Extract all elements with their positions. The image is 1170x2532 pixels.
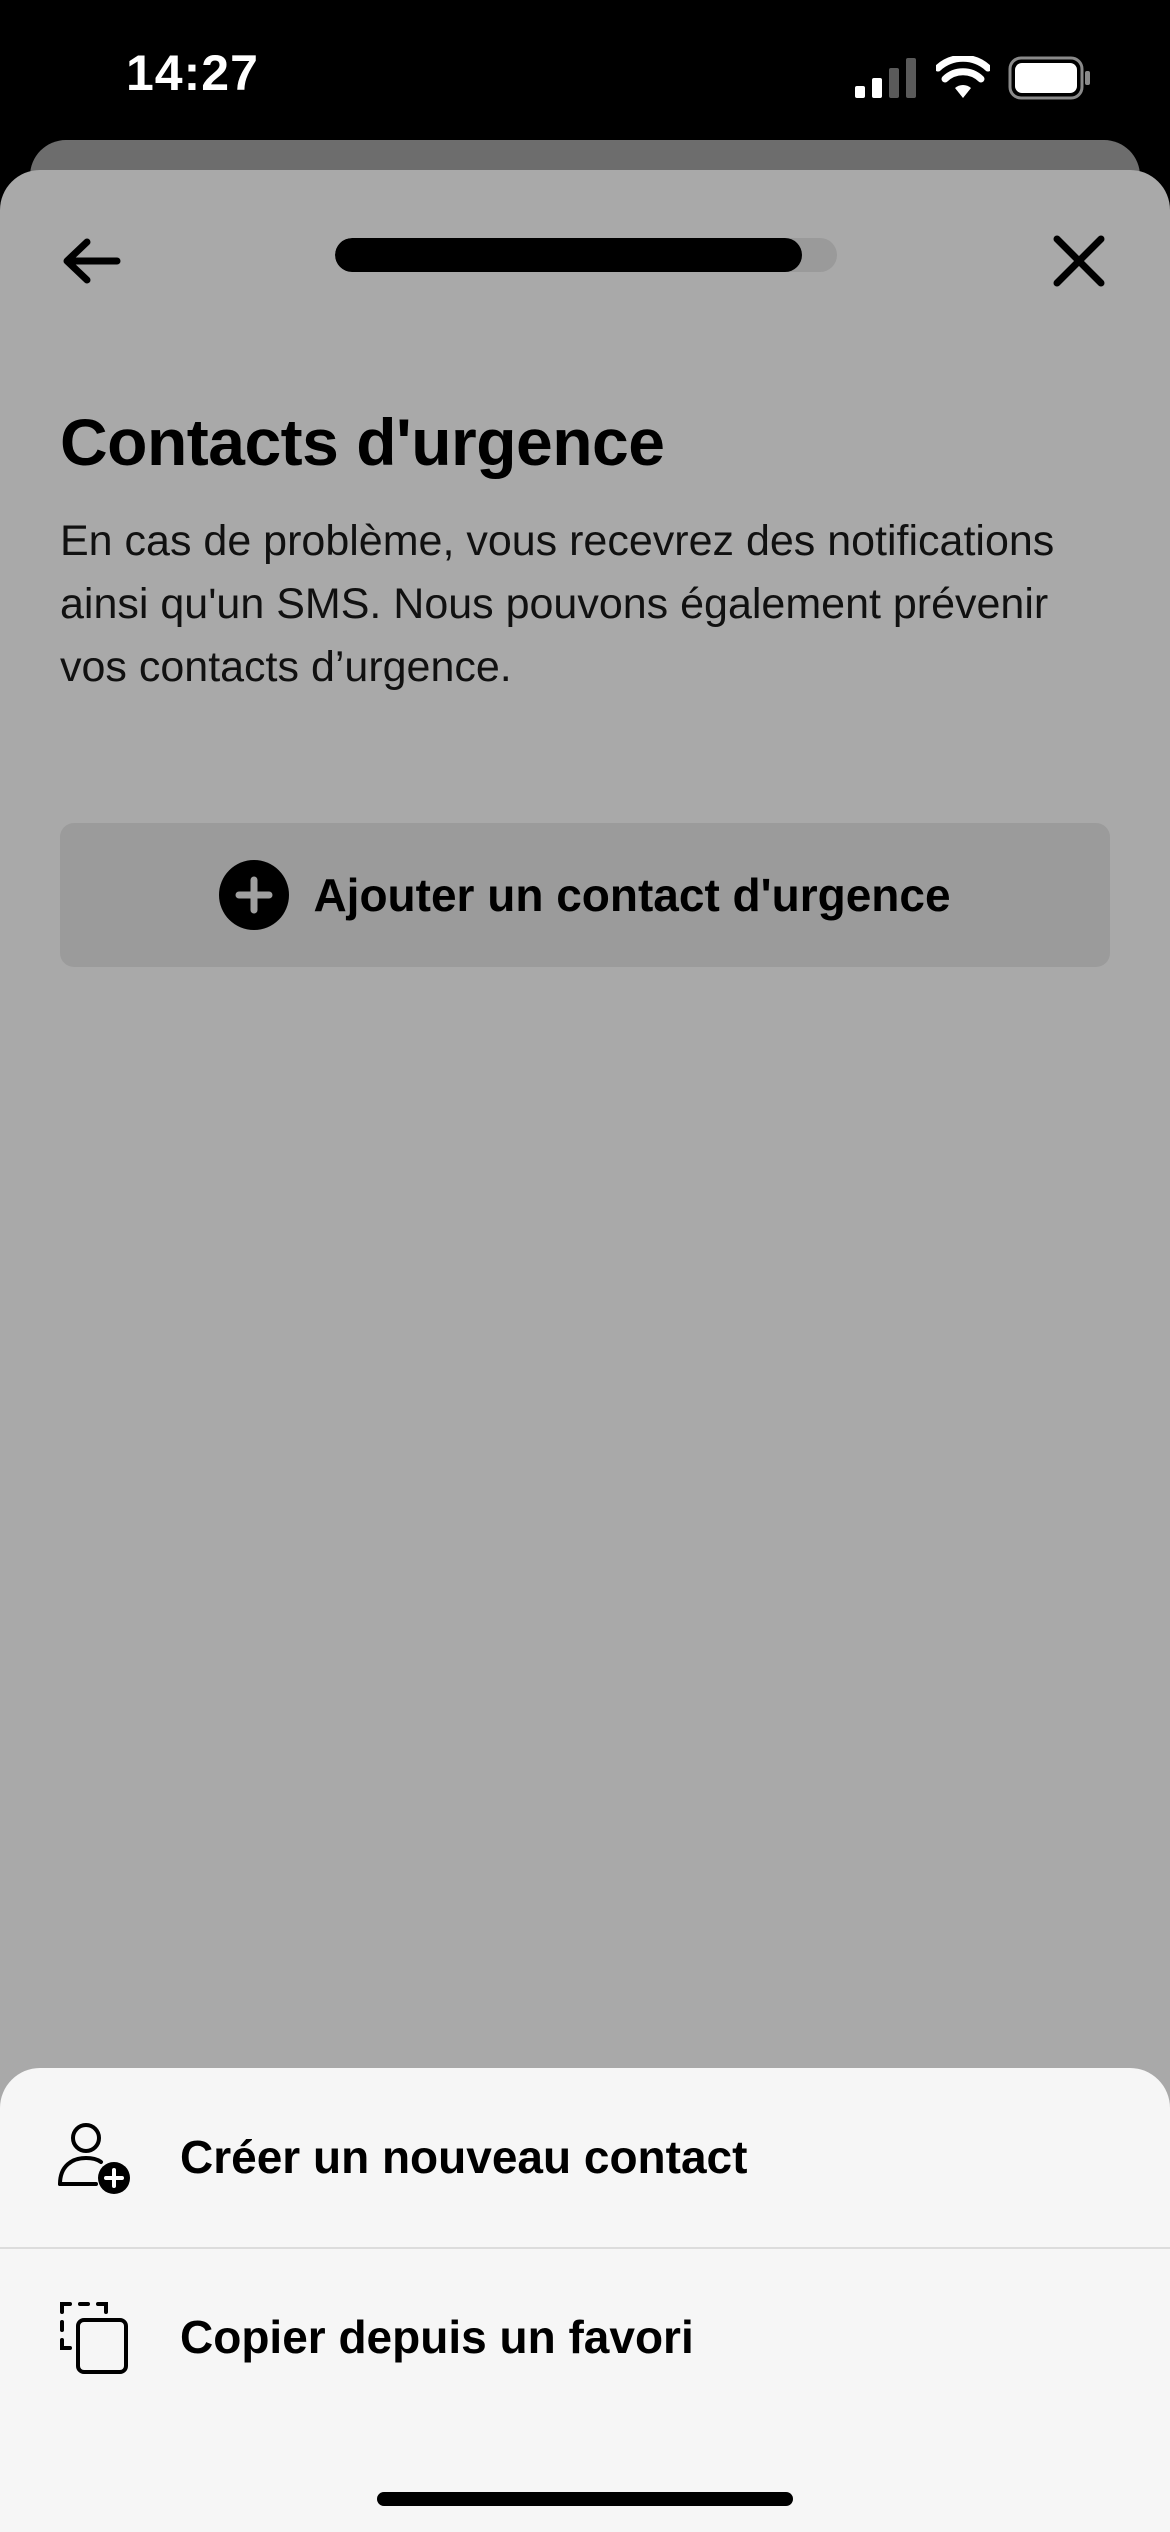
wifi-icon bbox=[936, 56, 990, 98]
status-bar: 14:27 bbox=[0, 0, 1170, 150]
cellular-signal-icon bbox=[855, 58, 916, 98]
home-indicator[interactable] bbox=[377, 2492, 793, 2506]
arrow-left-icon bbox=[63, 238, 121, 284]
contact-options-sheet: Créer un nouveau contact Copier depuis u… bbox=[0, 2068, 1170, 2532]
create-new-contact-option[interactable]: Créer un nouveau contact bbox=[0, 2068, 1170, 2249]
add-emergency-contact-label: Ajouter un contact d'urgence bbox=[313, 869, 951, 921]
copy-icon bbox=[60, 2302, 128, 2374]
close-icon bbox=[1053, 235, 1105, 287]
page-title: Contacts d'urgence bbox=[60, 405, 665, 479]
add-emergency-contact-button[interactable]: Ajouter un contact d'urgence bbox=[60, 823, 1110, 967]
close-button[interactable] bbox=[1038, 220, 1120, 302]
create-new-contact-label: Créer un nouveau contact bbox=[180, 2131, 748, 2183]
copy-from-favorite-option[interactable]: Copier depuis un favori bbox=[0, 2248, 1170, 2428]
plus-circle-icon bbox=[219, 860, 290, 930]
progress-bar-fill bbox=[335, 238, 802, 272]
back-button[interactable] bbox=[50, 220, 132, 302]
add-person-icon bbox=[58, 2123, 130, 2194]
page-description: En cas de problème, vous recevrez des no… bbox=[60, 517, 1055, 691]
status-time: 14:27 bbox=[126, 45, 259, 101]
copy-from-favorite-label: Copier depuis un favori bbox=[180, 2311, 694, 2363]
battery-icon bbox=[1008, 56, 1090, 100]
progress-bar bbox=[335, 238, 837, 272]
